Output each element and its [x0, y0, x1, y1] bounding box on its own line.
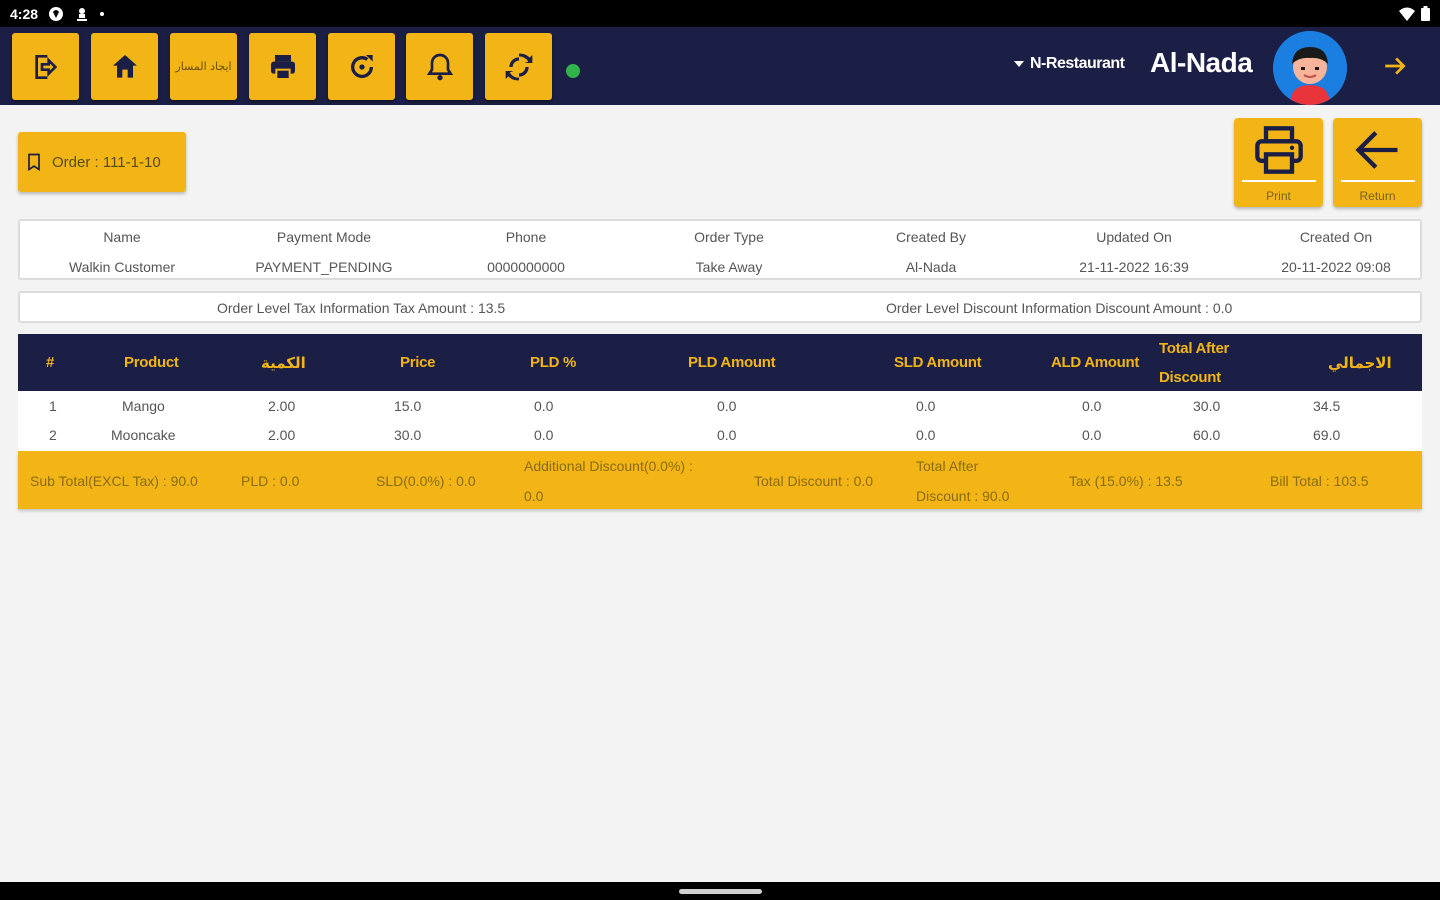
find-route-label: ايجاد المسار [175, 59, 232, 73]
col-pld-amount: PLD Amount [688, 354, 776, 371]
app-top-bar: ايجاد المسار N-Restaurant Al-Nada [0, 27, 1440, 105]
col-price: Price [400, 354, 436, 371]
home-button[interactable] [91, 33, 158, 100]
total-after-value: Discount : 90.0 [916, 488, 1010, 504]
sync-icon [505, 53, 532, 80]
order-info-card: Name Walkin Customer Payment Mode PAYMENT_… [18, 219, 1422, 280]
col-quantity: الكمية [261, 354, 306, 372]
tax-total: Tax (15.0%) : 13.5 [1069, 473, 1183, 489]
total-after-label: Total After [916, 458, 979, 474]
restaurant-selector[interactable]: N-Restaurant [1014, 55, 1125, 73]
col-total-after: Total After [1159, 340, 1230, 357]
info-order-type: Order Type Take Away [694, 229, 764, 275]
return-underline [1340, 180, 1415, 182]
table-row[interactable]: 1 Mango 2.00 15.0 0.0 0.0 0.0 0.0 30.0 3… [18, 391, 1422, 420]
subtotal: Sub Total(EXCL Tax) : 90.0 [30, 473, 198, 489]
home-gesture-handle[interactable] [679, 889, 762, 894]
info-name: Name Walkin Customer [68, 229, 176, 275]
print-label: Print [1266, 189, 1291, 203]
table-body: 1 Mango 2.00 15.0 0.0 0.0 0.0 0.0 30.0 3… [18, 391, 1422, 451]
info-payment-mode: Payment Mode PAYMENT_PENDING [255, 229, 393, 275]
user-name: Al-Nada [1150, 47, 1253, 78]
system-status-bar: 4:28 [0, 0, 1440, 27]
refresh-button[interactable] [328, 33, 395, 100]
user-avatar-icon [1273, 31, 1347, 105]
table-footer-summary: Sub Total(EXCL Tax) : 90.0 PLD : 0.0 SLD… [18, 451, 1422, 509]
online-status-dot [566, 64, 580, 78]
col-index: # [46, 354, 55, 371]
col-discount: Discount [1159, 369, 1221, 386]
pld-total: PLD : 0.0 [241, 473, 300, 489]
table-header: # Product الكمية Price PLD % PLD Amount … [18, 334, 1422, 391]
print-top-button[interactable] [249, 33, 316, 100]
col-sld-amount: SLD Amount [894, 354, 982, 371]
info-phone: Phone 0000000000 [487, 229, 565, 275]
print-underline [1241, 180, 1316, 182]
download-icon [77, 7, 88, 21]
wifi-icon [1399, 7, 1415, 21]
sync-button[interactable] [485, 33, 552, 100]
logout-button[interactable] [12, 33, 79, 100]
find-route-button[interactable]: ايجاد المسار [170, 33, 237, 100]
bill-total: Bill Total : 103.5 [1270, 473, 1369, 489]
printer-icon [1254, 126, 1303, 174]
system-navigation-bar [0, 882, 1440, 900]
sld-total: SLD(0.0%) : 0.0 [376, 473, 476, 489]
return-label: Return [1359, 189, 1396, 203]
chevron-down-icon [1014, 61, 1024, 67]
table-row[interactable]: 2 Mooncake 2.00 30.0 0.0 0.0 0.0 0.0 60.… [18, 420, 1422, 449]
info-created-by: Created By Al-Nada [895, 229, 967, 275]
app-notification-icon [49, 6, 64, 21]
total-discount: Total Discount : 0.0 [754, 473, 874, 489]
notifications-button[interactable] [406, 33, 473, 100]
info-updated-on: Updated On 21-11-2022 16:39 [1079, 229, 1189, 275]
order-number: Order : 111-1-10 [52, 153, 161, 171]
info-created-on: Created On 20-11-2022 09:08 [1281, 229, 1391, 275]
bookmark-icon [28, 153, 40, 172]
arrow-left-icon [1354, 131, 1397, 169]
return-button[interactable]: Return [1333, 118, 1422, 207]
discount-info: Order Level Discount Information Discoun… [886, 300, 1233, 316]
printer-icon [270, 54, 295, 80]
restaurant-name: N-Restaurant [1030, 55, 1125, 72]
print-button[interactable]: Print [1234, 118, 1323, 207]
clock: 4:28 [10, 5, 39, 22]
more-notifications-dot [100, 11, 105, 16]
arrow-right-icon[interactable] [1382, 53, 1408, 79]
additional-discount-value: 0.0 [524, 488, 544, 504]
avatar[interactable] [1273, 31, 1347, 105]
products-table: # Product الكمية Price PLD % PLD Amount … [18, 334, 1422, 509]
col-ald-amount: ALD Amount [1051, 354, 1140, 371]
additional-discount-label: Additional Discount(0.0%) : [524, 458, 693, 474]
battery-icon [1421, 6, 1430, 21]
col-product: Product [124, 354, 179, 371]
col-pld-percent: PLD % [530, 354, 577, 371]
home-icon [112, 54, 137, 78]
logout-icon [34, 54, 57, 79]
tax-discount-card: Order Level Tax Information Tax Amount :… [18, 291, 1422, 323]
order-number-chip: Order : 111-1-10 [18, 132, 186, 192]
refresh-icon [350, 54, 373, 78]
tax-info: Order Level Tax Information Tax Amount :… [217, 300, 506, 316]
bell-icon [426, 53, 453, 80]
col-total: الاجمالي [1328, 354, 1392, 372]
